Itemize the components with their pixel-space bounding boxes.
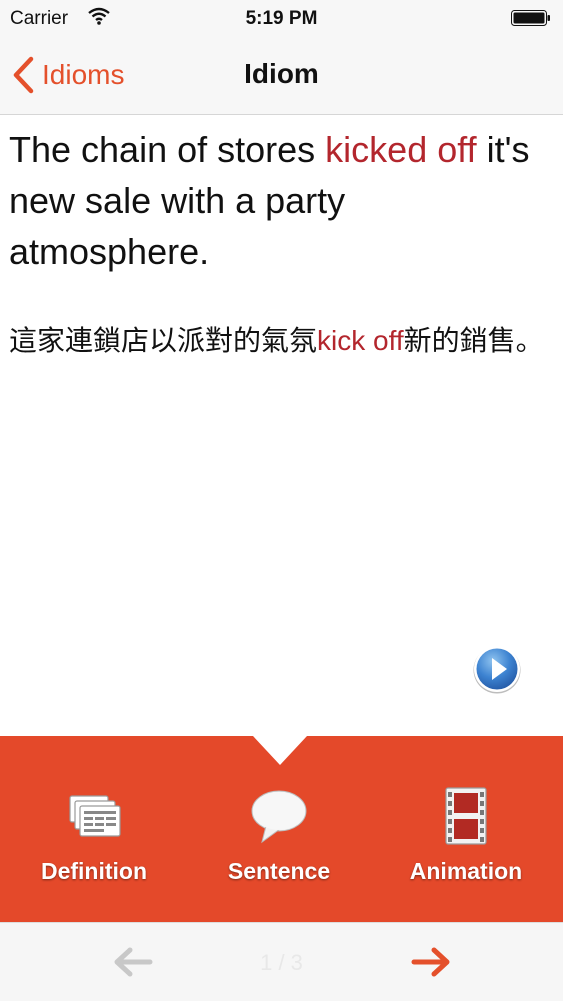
sentence-chinese-before: 這家連鎖店以派對的氣氛 [9, 325, 318, 356]
sentence-chinese: 這家連鎖店以派對的氣氛kick off新的銷售。 [9, 318, 549, 364]
navigation-bar: Idioms Idiom [0, 38, 563, 115]
tab-animation[interactable]: Animation [381, 786, 551, 896]
tab-sentence-label: Sentence [227, 858, 331, 884]
selected-tab-pointer [253, 736, 307, 765]
tab-sentence[interactable]: Sentence [194, 786, 364, 896]
sentence-chinese-after: 新的銷售。 [403, 325, 544, 356]
tab-animation-label: Animation [409, 858, 523, 884]
play-audio-button[interactable] [472, 644, 522, 694]
sentence-english-before: The chain of stores [9, 129, 326, 170]
film-strip-icon [445, 787, 487, 845]
page-title: Idiom [244, 58, 319, 89]
idiom-highlight-english: kicked off [325, 129, 477, 170]
status-time: 5:19 PM [245, 8, 318, 29]
idiom-highlight-chinese: kick off [317, 325, 404, 356]
definition-cards-icon [69, 795, 121, 837]
tab-definition-label: Definition [40, 858, 148, 884]
sentence-english: The chain of stores kicked off it's new … [9, 124, 549, 277]
tab-definition[interactable]: Definition [9, 786, 179, 896]
pager-bar: 1 / 3 [0, 922, 563, 1001]
speech-bubble-icon [251, 790, 307, 844]
page-indicator: 1 / 3 [260, 950, 303, 975]
battery-icon [511, 10, 550, 26]
arrow-right-icon[interactable] [410, 945, 452, 979]
status-bar: Carrier 5:19 PM [0, 0, 563, 38]
